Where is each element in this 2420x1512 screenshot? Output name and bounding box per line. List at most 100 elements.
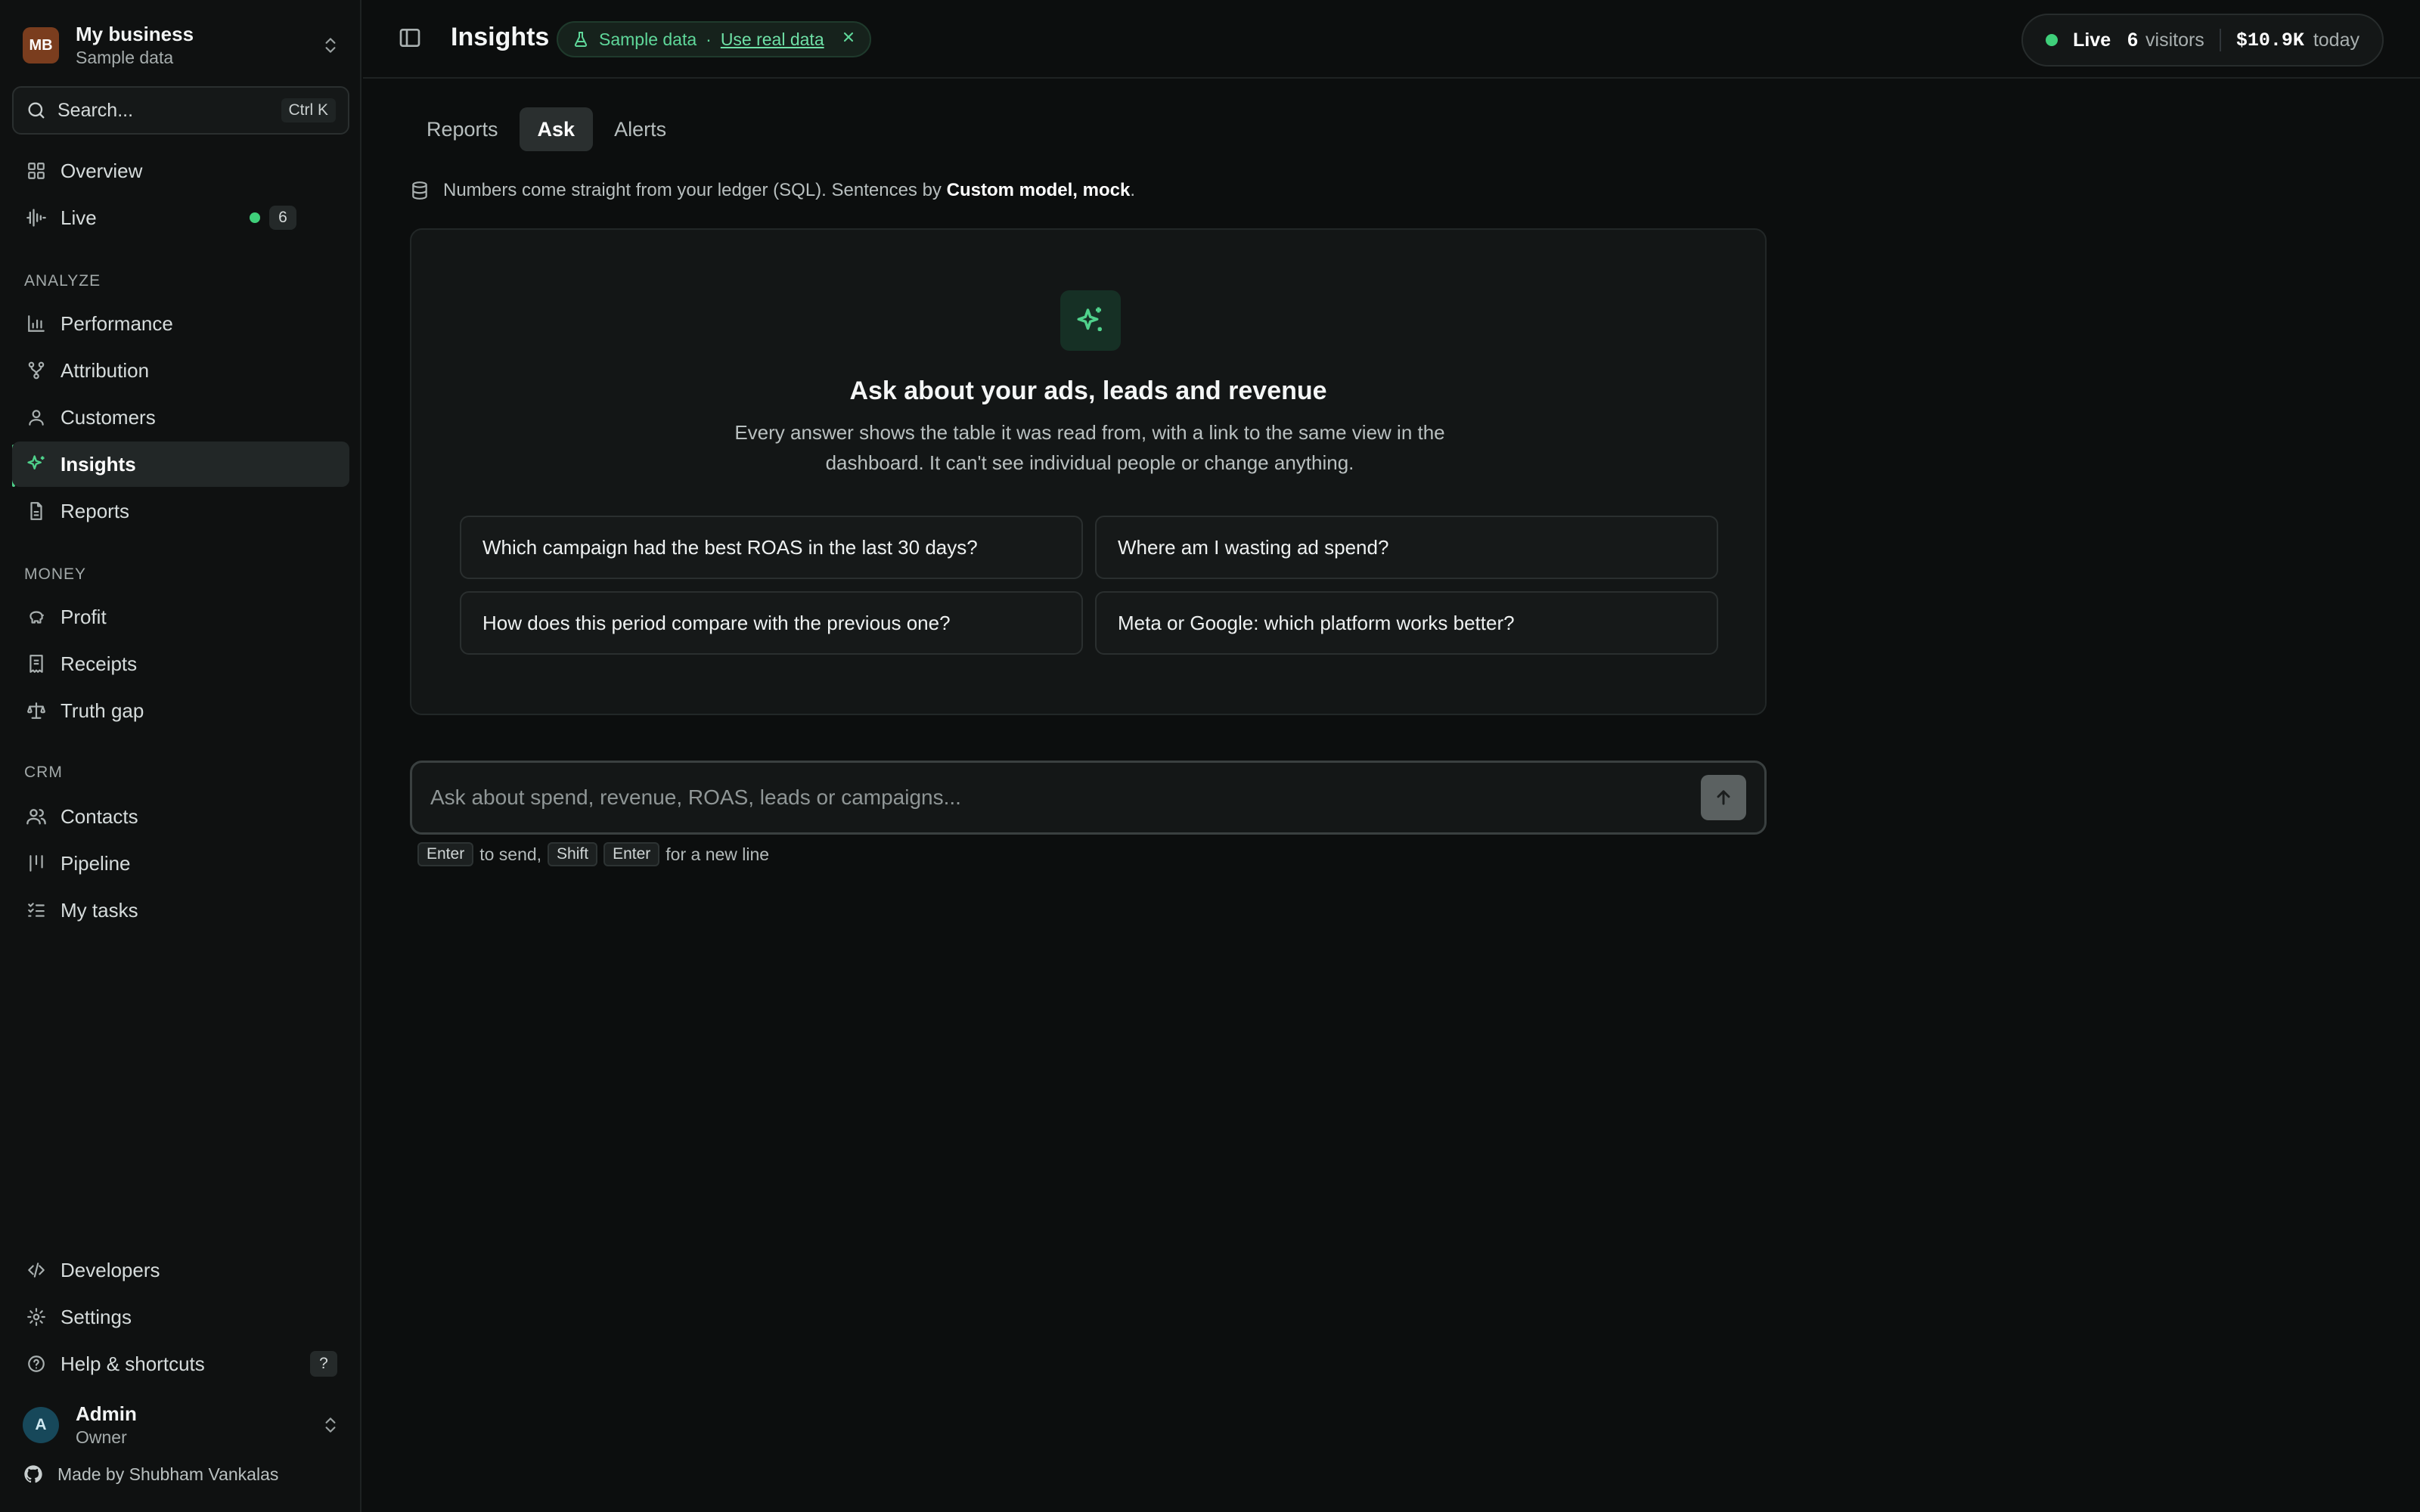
- suggestion-button[interactable]: Where am I wasting ad spend?: [1095, 516, 1718, 579]
- sidebar-item-overview[interactable]: Overview: [12, 148, 349, 194]
- sidebar-item-label: Live: [60, 206, 97, 229]
- section-label-crm: CRM: [24, 764, 63, 781]
- sparkles-icon: [24, 452, 48, 476]
- section-label-money: MONEY: [24, 565, 87, 583]
- activity-icon: [24, 206, 48, 230]
- sidebar-item-label: Insights: [60, 452, 136, 476]
- sidebar-item-label: Profit: [60, 605, 107, 628]
- page-title: Insights: [451, 23, 550, 51]
- visitors-label: visitors: [2145, 29, 2204, 51]
- file-text-icon: [24, 499, 48, 523]
- sidebar-item-truth-gap[interactable]: Truth gap: [12, 688, 349, 733]
- use-real-data-link[interactable]: Use real data: [721, 29, 824, 50]
- user-menu[interactable]: A Admin Owner: [23, 1399, 340, 1452]
- sidebar-item-label: Overview: [60, 159, 143, 182]
- live-status-dot: [250, 212, 260, 223]
- suggestion-button[interactable]: Meta or Google: which platform works bet…: [1095, 591, 1718, 655]
- sidebar-item-label: Truth gap: [60, 699, 144, 722]
- sidebar-item-customers[interactable]: Customers: [12, 395, 349, 440]
- live-status-pill[interactable]: Live 6 visitors $10.9K today: [2021, 14, 2384, 67]
- user-name: Admin: [76, 1402, 137, 1425]
- tab-ask[interactable]: Ask: [519, 107, 594, 151]
- sidebar-item-contacts[interactable]: Contacts: [12, 794, 349, 839]
- piggy-bank-icon: [24, 605, 48, 629]
- list-checks-icon: [24, 898, 48, 922]
- live-count-badge: 6: [269, 206, 296, 230]
- github-icon: [23, 1464, 44, 1485]
- visitors-count: 6: [2127, 29, 2139, 51]
- search-box[interactable]: Search... Ctrl K: [12, 86, 349, 135]
- sidebar-item-label: Reports: [60, 499, 130, 522]
- sidebar-item-label: Contacts: [60, 804, 138, 828]
- enter-key: Enter: [603, 842, 660, 866]
- sidebar-item-my-tasks[interactable]: My tasks: [12, 888, 349, 933]
- live-status-dot: [2046, 34, 2059, 46]
- divider: [2219, 29, 2221, 51]
- hint-newline-text: for a new line: [666, 844, 770, 864]
- sidebar-toggle-icon[interactable]: [398, 26, 422, 50]
- ask-input[interactable]: [430, 785, 1701, 810]
- sidebar-item-help[interactable]: Help & shortcuts ?: [12, 1341, 349, 1387]
- shift-key: Shift: [548, 842, 598, 866]
- suggestion-button[interactable]: How does this period compare with the pr…: [460, 591, 1083, 655]
- sidebar-item-developers[interactable]: Developers: [12, 1247, 349, 1293]
- data-source-note: Numbers come straight from your ledger (…: [410, 180, 1135, 201]
- flask-icon: [572, 30, 590, 48]
- send-button[interactable]: [1701, 775, 1746, 820]
- business-subtitle: Sample data: [76, 48, 174, 67]
- sidebar-item-reports[interactable]: Reports: [12, 488, 349, 534]
- source-note-prefix: Numbers come straight from your ledger (…: [443, 180, 947, 200]
- sidebar-item-live[interactable]: Live 6: [12, 195, 349, 240]
- sidebar-item-label: Customers: [60, 405, 156, 429]
- made-by-link[interactable]: Made by Shubham Vankalas: [23, 1464, 278, 1485]
- chevrons-up-down-icon: [321, 1415, 340, 1435]
- chevrons-up-down-icon: [321, 36, 340, 55]
- empty-state-description: Every answer shows the table it was read…: [734, 421, 1445, 474]
- revenue-today: $10.9K: [2235, 29, 2304, 51]
- composer-hint: Enter to send, Shift Enter for a new lin…: [417, 842, 775, 866]
- top-header: Insights Sample data · Use real data Liv…: [363, 0, 2420, 79]
- business-switcher[interactable]: MB My business Sample data: [23, 20, 340, 71]
- insights-tabs: Reports Ask Alerts: [408, 107, 687, 151]
- help-circle-icon: [24, 1352, 48, 1376]
- help-shortcut-badge: ?: [310, 1351, 337, 1377]
- sidebar-item-label: Receipts: [60, 652, 138, 675]
- enter-key: Enter: [417, 842, 474, 866]
- ask-composer: [410, 761, 1767, 835]
- sidebar-item-settings[interactable]: Settings: [12, 1294, 349, 1340]
- grid-icon: [24, 159, 48, 183]
- business-avatar: MB: [23, 27, 59, 64]
- hint-send-text: to send,: [479, 844, 542, 864]
- sidebar-item-profit[interactable]: Profit: [12, 594, 349, 640]
- sparkles-icon: [1060, 290, 1121, 351]
- sidebar-item-performance[interactable]: Performance: [12, 301, 349, 346]
- git-branch-icon: [24, 358, 48, 383]
- database-icon: [410, 181, 430, 200]
- sidebar-item-label: Attribution: [60, 358, 150, 382]
- tab-alerts[interactable]: Alerts: [596, 107, 684, 151]
- search-icon: [26, 100, 47, 121]
- sidebar-item-insights[interactable]: Insights: [12, 442, 349, 487]
- sidebar-item-label: Performance: [60, 311, 173, 335]
- sidebar: MB My business Sample data Search... Ctr…: [0, 0, 361, 1512]
- gear-icon: [24, 1305, 48, 1329]
- source-note-suffix: .: [1130, 180, 1135, 200]
- live-label: Live: [2073, 29, 2111, 51]
- code-icon: [24, 1258, 48, 1282]
- sample-data-label: Sample data: [599, 29, 697, 49]
- search-shortcut: Ctrl K: [281, 98, 336, 122]
- sidebar-item-label: Help & shortcuts: [60, 1352, 205, 1375]
- ask-empty-state: Ask about your ads, leads and revenue Ev…: [410, 228, 1767, 715]
- tab-reports[interactable]: Reports: [408, 107, 517, 151]
- made-by-text: Made by Shubham Vankalas: [57, 1464, 279, 1484]
- sidebar-item-label: Pipeline: [60, 851, 131, 875]
- source-note-model: Custom model, mock: [946, 180, 1131, 200]
- sidebar-item-receipts[interactable]: Receipts: [12, 641, 349, 686]
- kanban-icon: [24, 851, 48, 875]
- close-icon[interactable]: [841, 29, 856, 50]
- receipt-icon: [24, 652, 48, 676]
- suggestion-button[interactable]: Which campaign had the best ROAS in the …: [460, 516, 1083, 579]
- sidebar-item-attribution[interactable]: Attribution: [12, 348, 349, 393]
- user-icon: [24, 405, 48, 429]
- sidebar-item-pipeline[interactable]: Pipeline: [12, 841, 349, 886]
